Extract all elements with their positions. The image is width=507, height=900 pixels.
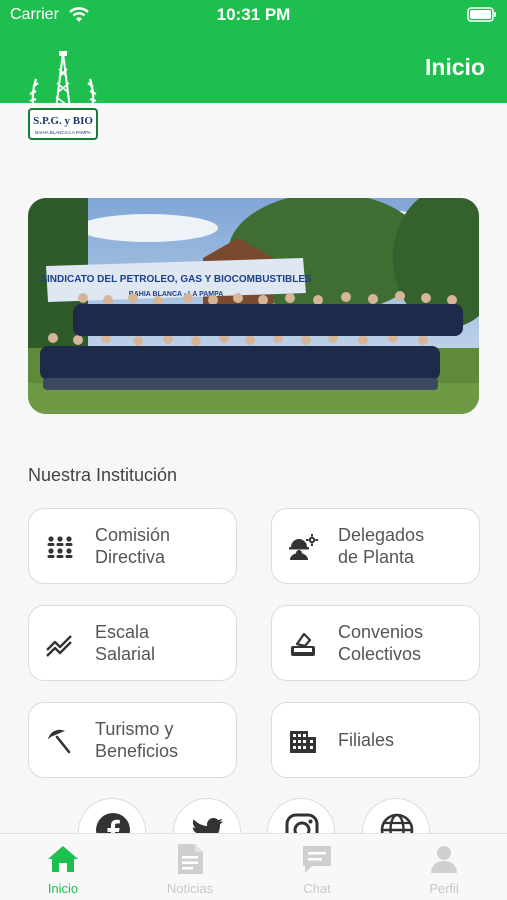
tab-label: Chat	[303, 881, 331, 896]
battery-icon	[467, 7, 496, 22]
tab-chat[interactable]: Chat	[254, 834, 380, 900]
tab-label: Perfil	[429, 881, 459, 896]
home-icon	[48, 846, 78, 872]
tab-label: Inicio	[47, 881, 79, 896]
section-title: Nuestra Institución	[28, 465, 178, 485]
union-logo[interactable]: S.P.G. y BIO BAHIA BLANCA-LA PAMPA	[26, 49, 100, 143]
card-label: Escala Salarial	[95, 622, 156, 664]
tab-inicio[interactable]: Inicio	[0, 834, 126, 900]
beach-umbrella-icon	[48, 729, 71, 754]
logo-subtext: BAHIA BLANCA-LA PAMPA	[35, 130, 91, 135]
card-label: Delegados de Planta	[338, 525, 425, 567]
delegados-de-planta-card[interactable]: Delegados de Planta	[271, 508, 480, 584]
convenios-colectivos-card[interactable]: Convenios Colectivos	[271, 605, 480, 681]
group-photo: SINDICATO DEL PETROLEO, GAS Y BIOCOMBUST…	[28, 198, 479, 414]
status-bar: Carrier 10:31 PM	[0, 0, 507, 30]
clock: 10:31 PM	[216, 5, 291, 24]
card-label: Turismo y Beneficios	[95, 719, 179, 761]
tab-noticias[interactable]: Noticias	[127, 834, 253, 900]
card-label: Filiales	[338, 730, 395, 750]
comision-directiva-card[interactable]: Comisión Directiva	[28, 508, 237, 584]
document-sign-icon	[291, 632, 315, 656]
logo-text: S.P.G. y BIO	[33, 115, 93, 127]
worker-gear-icon	[289, 534, 318, 560]
card-label: Comisión Directiva	[95, 525, 171, 567]
escala-salarial-card[interactable]: Escala Salarial	[28, 605, 237, 681]
chat-icon	[303, 846, 331, 873]
tab-perfil[interactable]: Perfil	[381, 834, 507, 900]
tab-bar: Inicio Noticias Chat Perfil	[0, 833, 507, 900]
profile-icon	[431, 846, 457, 873]
card-label: Convenios Colectivos	[338, 622, 424, 664]
filiales-card[interactable]: Filiales	[271, 702, 480, 778]
building-icon	[290, 731, 316, 753]
turismo-y-beneficios-card[interactable]: Turismo y Beneficios	[28, 702, 237, 778]
banner-text: SINDICATO DEL PETROLEO, GAS Y BIOCOMBUST…	[40, 274, 312, 285]
tab-label: Noticias	[166, 881, 214, 896]
trend-icon	[46, 635, 72, 657]
page-title: Inicio	[424, 54, 485, 80]
news-icon	[178, 844, 203, 874]
group-icon	[47, 536, 73, 558]
